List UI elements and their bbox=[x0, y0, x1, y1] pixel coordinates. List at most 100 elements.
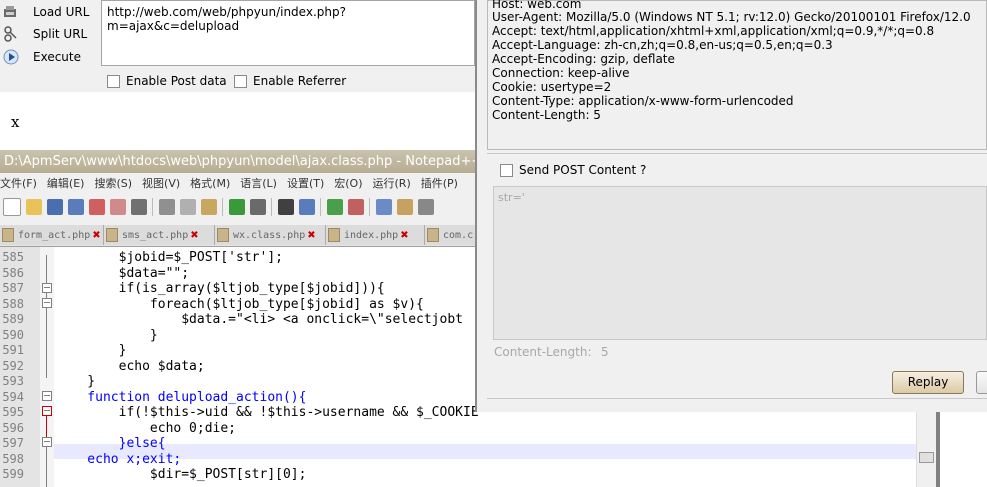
tab-wx-class[interactable]: wx.class.php ✖ bbox=[215, 225, 326, 245]
close-icon[interactable]: ✖ bbox=[190, 230, 198, 241]
checkbox-box[interactable] bbox=[234, 74, 247, 88]
menu-language[interactable]: 语言(L) bbox=[240, 175, 277, 191]
replay-button[interactable]: Replay bbox=[892, 371, 964, 394]
load-url-icon bbox=[3, 4, 19, 20]
fold-line bbox=[46, 416, 47, 438]
notepad-title-bar[interactable]: D:\ApmServ\www\htdocs\web\phpyun\model\a… bbox=[0, 150, 475, 173]
fold-minus-icon[interactable] bbox=[42, 391, 52, 401]
code-line: $jobid=$_POST['str']; bbox=[56, 250, 283, 265]
url-input[interactable]: http://web.com/web/phpyun/index.php?m=aj… bbox=[101, 0, 475, 66]
tab-label: sms_act.php bbox=[122, 229, 189, 241]
open-file-icon[interactable] bbox=[26, 199, 42, 215]
tab-label: wx.class.php bbox=[233, 229, 306, 241]
menu-macro[interactable]: 宏(O) bbox=[334, 175, 362, 191]
php-file-icon bbox=[2, 228, 14, 242]
close-file-icon[interactable] bbox=[89, 199, 105, 215]
zoom-in-icon[interactable] bbox=[327, 199, 343, 215]
menu-edit[interactable]: 编辑(E) bbox=[47, 175, 85, 191]
current-line-highlight bbox=[54, 444, 916, 459]
header-line: Connection: keep-alive bbox=[492, 66, 630, 80]
header-line: Accept-Encoding: gzip, deflate bbox=[492, 52, 675, 66]
line-number: 588 bbox=[2, 296, 24, 311]
toolbar-separator bbox=[152, 198, 153, 216]
code-line: $dir=$_POST[str][0]; bbox=[56, 467, 307, 482]
toolbar-separator bbox=[369, 198, 370, 216]
redo-icon[interactable] bbox=[250, 199, 266, 215]
find-icon[interactable] bbox=[278, 199, 294, 215]
page-output-text: x bbox=[11, 113, 20, 131]
line-number: 592 bbox=[2, 358, 24, 373]
paste-icon[interactable] bbox=[201, 199, 217, 215]
scrollbar-thumb[interactable] bbox=[919, 452, 934, 463]
copy-icon[interactable] bbox=[180, 199, 196, 215]
fold-line bbox=[46, 255, 47, 285]
save-all-icon[interactable] bbox=[68, 199, 84, 215]
close-icon[interactable]: ✖ bbox=[92, 230, 100, 241]
menu-run[interactable]: 运行(R) bbox=[373, 175, 411, 191]
header-line: Accept-Language: zh-cn,zh;q=0.8,en-us;q=… bbox=[492, 38, 833, 52]
code-line: echo $data; bbox=[56, 358, 205, 374]
line-number: 599 bbox=[2, 467, 24, 481]
fold-minus-icon[interactable] bbox=[42, 283, 52, 293]
close-icon[interactable]: ✖ bbox=[400, 230, 408, 241]
menu-format[interactable]: 格式(M) bbox=[190, 175, 230, 191]
line-number: 591 bbox=[2, 343, 24, 357]
php-file-icon bbox=[427, 228, 439, 242]
line-number: 586 bbox=[2, 265, 24, 280]
undo-icon[interactable] bbox=[229, 199, 245, 215]
close-icon[interactable]: ✖ bbox=[307, 230, 315, 241]
code-line: function delupload_action(){ bbox=[56, 389, 307, 405]
notepad-toolbar bbox=[0, 193, 475, 221]
php-file-icon bbox=[328, 228, 340, 242]
line-number: 585 bbox=[2, 250, 24, 264]
word-wrap-icon[interactable] bbox=[397, 199, 413, 215]
enable-referrer-checkbox[interactable]: Enable Referrer bbox=[234, 74, 346, 88]
close-all-icon[interactable] bbox=[110, 199, 126, 215]
sync-scroll-icon[interactable] bbox=[376, 199, 392, 215]
tab-label: index.php bbox=[344, 229, 399, 241]
menu-view[interactable]: 视图(V) bbox=[142, 175, 180, 191]
post-content-textarea[interactable]: str=' bbox=[493, 186, 987, 340]
send-post-checkbox[interactable]: Send POST Content ? bbox=[500, 163, 646, 177]
tab-com[interactable]: com.c bbox=[425, 225, 475, 245]
line-number: 593 bbox=[2, 374, 24, 388]
cut-icon[interactable] bbox=[159, 199, 175, 215]
load-url-button[interactable]: Load URL bbox=[0, 1, 89, 23]
code-line: if(is_array($ltjob_type[$jobid])){ bbox=[56, 281, 385, 296]
line-number: 596 bbox=[2, 420, 24, 435]
divider bbox=[487, 398, 987, 399]
zoom-out-icon[interactable] bbox=[348, 199, 364, 215]
checkbox-box[interactable] bbox=[107, 74, 120, 88]
header-line: Cookie: usertype=2 bbox=[492, 80, 612, 94]
cancel-button[interactable] bbox=[976, 371, 987, 394]
header-line: Content-Length: 5 bbox=[492, 108, 601, 122]
split-url-button[interactable]: Split URL bbox=[0, 23, 87, 45]
checkbox-box[interactable] bbox=[500, 163, 513, 177]
fold-minus-icon[interactable] bbox=[42, 298, 52, 308]
page-content bbox=[0, 92, 475, 150]
menu-settings[interactable]: 设置(T) bbox=[287, 175, 324, 191]
fold-line bbox=[46, 447, 47, 487]
tab-label: com.c bbox=[443, 229, 474, 241]
tab-index[interactable]: index.php ✖ bbox=[326, 225, 425, 245]
notepad-title: D:\ApmServ\www\htdocs\web\phpyun\model\a… bbox=[4, 154, 475, 169]
fold-minus-icon[interactable] bbox=[42, 437, 52, 447]
more-tools-icon[interactable] bbox=[418, 199, 434, 215]
print-icon[interactable] bbox=[131, 199, 147, 215]
line-number: 590 bbox=[2, 327, 24, 342]
code-line: if(!$this->uid && !$this->username && $_… bbox=[56, 405, 479, 420]
line-number: 598 bbox=[2, 451, 24, 466]
execute-button[interactable]: Execute bbox=[0, 46, 81, 68]
tab-sms-act[interactable]: sms_act.php ✖ bbox=[104, 225, 215, 245]
save-icon[interactable] bbox=[47, 199, 63, 215]
code-line: echo 0;die; bbox=[56, 420, 237, 436]
menu-plugins[interactable]: 插件(P) bbox=[421, 175, 458, 191]
replace-icon[interactable] bbox=[299, 199, 315, 215]
enable-post-checkbox[interactable]: Enable Post data bbox=[107, 74, 227, 88]
menu-search[interactable]: 搜索(S) bbox=[94, 175, 132, 191]
fold-minus-icon[interactable] bbox=[42, 406, 52, 416]
line-number: 595 bbox=[2, 405, 24, 419]
menu-file[interactable]: 文件(F) bbox=[0, 175, 37, 191]
new-file-icon[interactable] bbox=[3, 198, 21, 216]
tab-form-act[interactable]: form_act.php ✖ bbox=[0, 225, 104, 245]
